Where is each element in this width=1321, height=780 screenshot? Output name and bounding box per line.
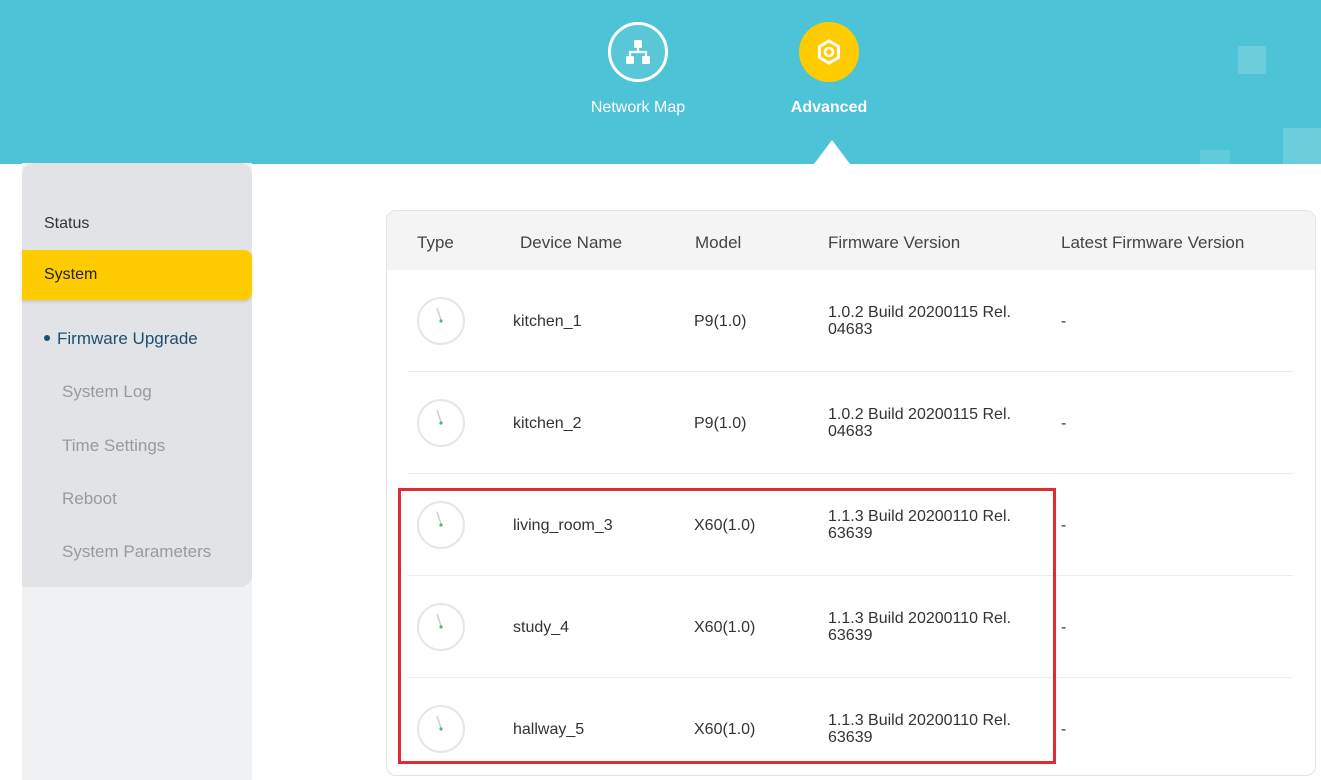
sidebar-subitem-firmware-upgrade[interactable]: Firmware Upgrade bbox=[44, 329, 198, 349]
top-header: Network Map Advanced bbox=[0, 0, 1321, 164]
table-row: kitchen_1 P9(1.0) 1.0.2 Build 20200115 R… bbox=[387, 270, 1315, 372]
header-decoration bbox=[1238, 46, 1266, 74]
device-model: P9(1.0) bbox=[694, 415, 747, 432]
device-model: P9(1.0) bbox=[694, 313, 747, 330]
header-decoration bbox=[1283, 128, 1321, 164]
advanced-gear-icon[interactable] bbox=[799, 22, 859, 82]
nav-network-map-label[interactable]: Network Map bbox=[568, 99, 708, 117]
table-row: kitchen_2 P9(1.0) 1.0.2 Build 20200115 R… bbox=[387, 372, 1315, 474]
latest-firmware-version: - bbox=[1061, 313, 1067, 330]
latest-firmware-version: - bbox=[1061, 517, 1067, 534]
latest-firmware-version: - bbox=[1061, 619, 1067, 636]
column-header-device-name: Device Name bbox=[520, 233, 623, 252]
sidebar-subitem-reboot[interactable]: Reboot bbox=[62, 489, 117, 509]
latest-firmware-version: - bbox=[1061, 415, 1067, 432]
device-icon bbox=[417, 399, 465, 447]
device-icon bbox=[417, 297, 465, 345]
nav-advanced[interactable]: Advanced bbox=[759, 22, 899, 117]
nav-network-map[interactable]: Network Map bbox=[568, 22, 708, 117]
column-header-type: Type bbox=[417, 233, 454, 252]
sidebar-item-system[interactable]: System bbox=[22, 250, 252, 300]
sidebar-subitem-time-settings[interactable]: Time Settings bbox=[62, 436, 165, 456]
highlight-box bbox=[398, 488, 1056, 764]
device-name: kitchen_2 bbox=[513, 415, 582, 432]
firmware-version: 1.0.2 Build 20200115 Rel. 04683 bbox=[828, 304, 1011, 338]
column-header-firmware-version: Firmware Version bbox=[828, 233, 961, 252]
sidebar-subitem-system-parameters[interactable]: System Parameters bbox=[62, 542, 211, 562]
sidebar: Status System Firmware Upgrade System Lo… bbox=[22, 163, 252, 587]
column-header-model: Model bbox=[695, 233, 742, 252]
sidebar-item-system-label: System bbox=[44, 266, 98, 283]
table-header: Type Device Name Model Firmware Version … bbox=[387, 211, 1315, 270]
header-decoration bbox=[1200, 150, 1230, 164]
active-bullet-icon bbox=[44, 334, 50, 341]
nav-advanced-label[interactable]: Advanced bbox=[759, 99, 899, 117]
firmware-version: 1.0.2 Build 20200115 Rel. 04683 bbox=[828, 406, 1011, 440]
network-map-icon[interactable] bbox=[608, 22, 668, 82]
device-name: kitchen_1 bbox=[513, 313, 582, 330]
active-nav-caret bbox=[814, 140, 850, 164]
latest-firmware-version: - bbox=[1061, 721, 1067, 738]
sidebar-item-status[interactable]: Status bbox=[44, 215, 89, 233]
sidebar-subitem-system-log[interactable]: System Log bbox=[62, 382, 152, 402]
column-header-latest-firmware-version: Latest Firmware Version bbox=[1061, 233, 1245, 252]
